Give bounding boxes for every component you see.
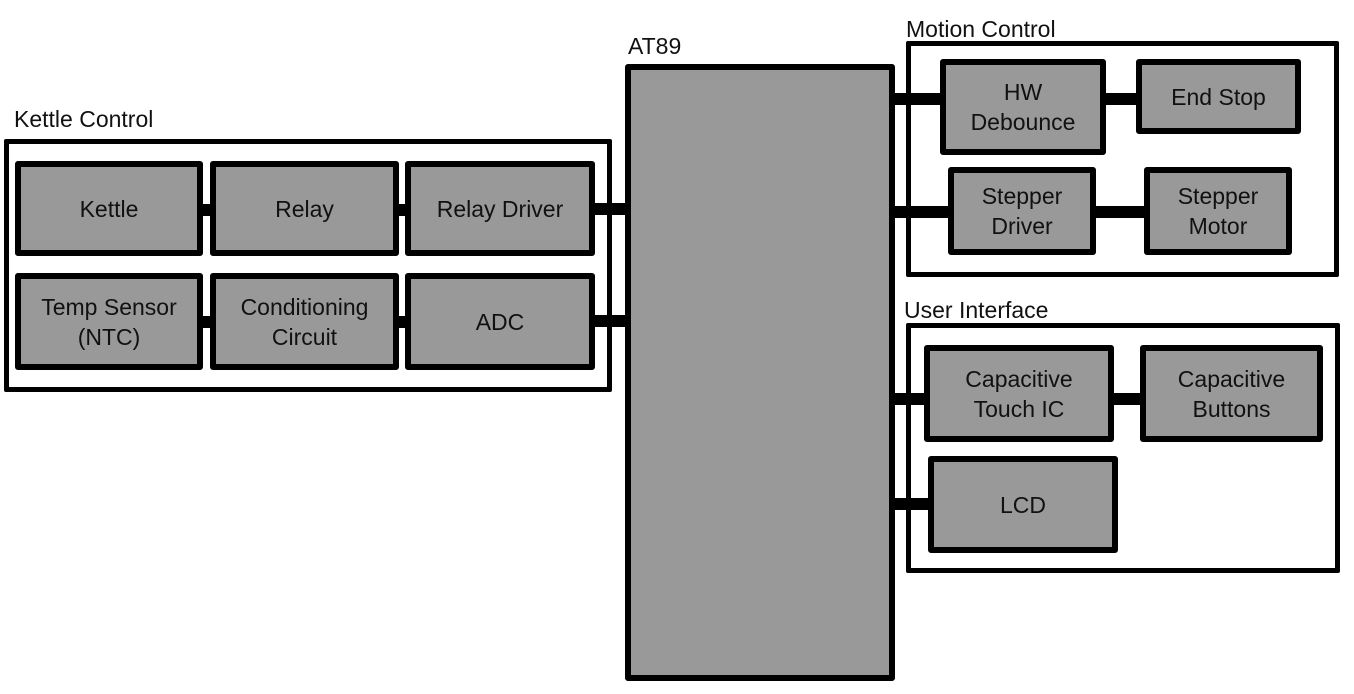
block-capacitive-touch-ic: Capacitive Touch IC [924, 345, 1114, 442]
motion-control-title: Motion Control [906, 16, 1056, 42]
user-interface-title: User Interface [904, 297, 1049, 323]
block-relay: Relay [210, 161, 399, 256]
block-capacitive-buttons: Capacitive Buttons [1140, 345, 1323, 442]
wire-touchic-buttons [1110, 393, 1144, 405]
block-stepper-driver: Stepper Driver [948, 167, 1096, 255]
kettle-control-title: Kettle Control [14, 106, 154, 132]
block-adc: ADC [405, 273, 595, 370]
block-stepper-motor: Stepper Motor [1144, 167, 1292, 255]
block-hw-debounce: HW Debounce [940, 59, 1106, 155]
wire-mcu-hwdebounce [893, 93, 945, 105]
wire-stepperdriver-steppermotor [1093, 206, 1149, 218]
block-kettle: Kettle [15, 161, 203, 256]
wire-mcu-stepperdriver [893, 206, 953, 218]
block-lcd: LCD [928, 456, 1118, 553]
block-temp-sensor: Temp Sensor (NTC) [15, 273, 203, 370]
block-relay-driver: Relay Driver [405, 161, 595, 256]
block-end-stop: End Stop [1136, 59, 1301, 134]
block-conditioning-circuit: Conditioning Circuit [210, 273, 399, 370]
wire-hwdebounce-endstop [1102, 93, 1140, 105]
mcu-at89 [625, 64, 895, 681]
wire-mcu-lcd [893, 498, 933, 510]
mcu-title: AT89 [628, 33, 682, 59]
